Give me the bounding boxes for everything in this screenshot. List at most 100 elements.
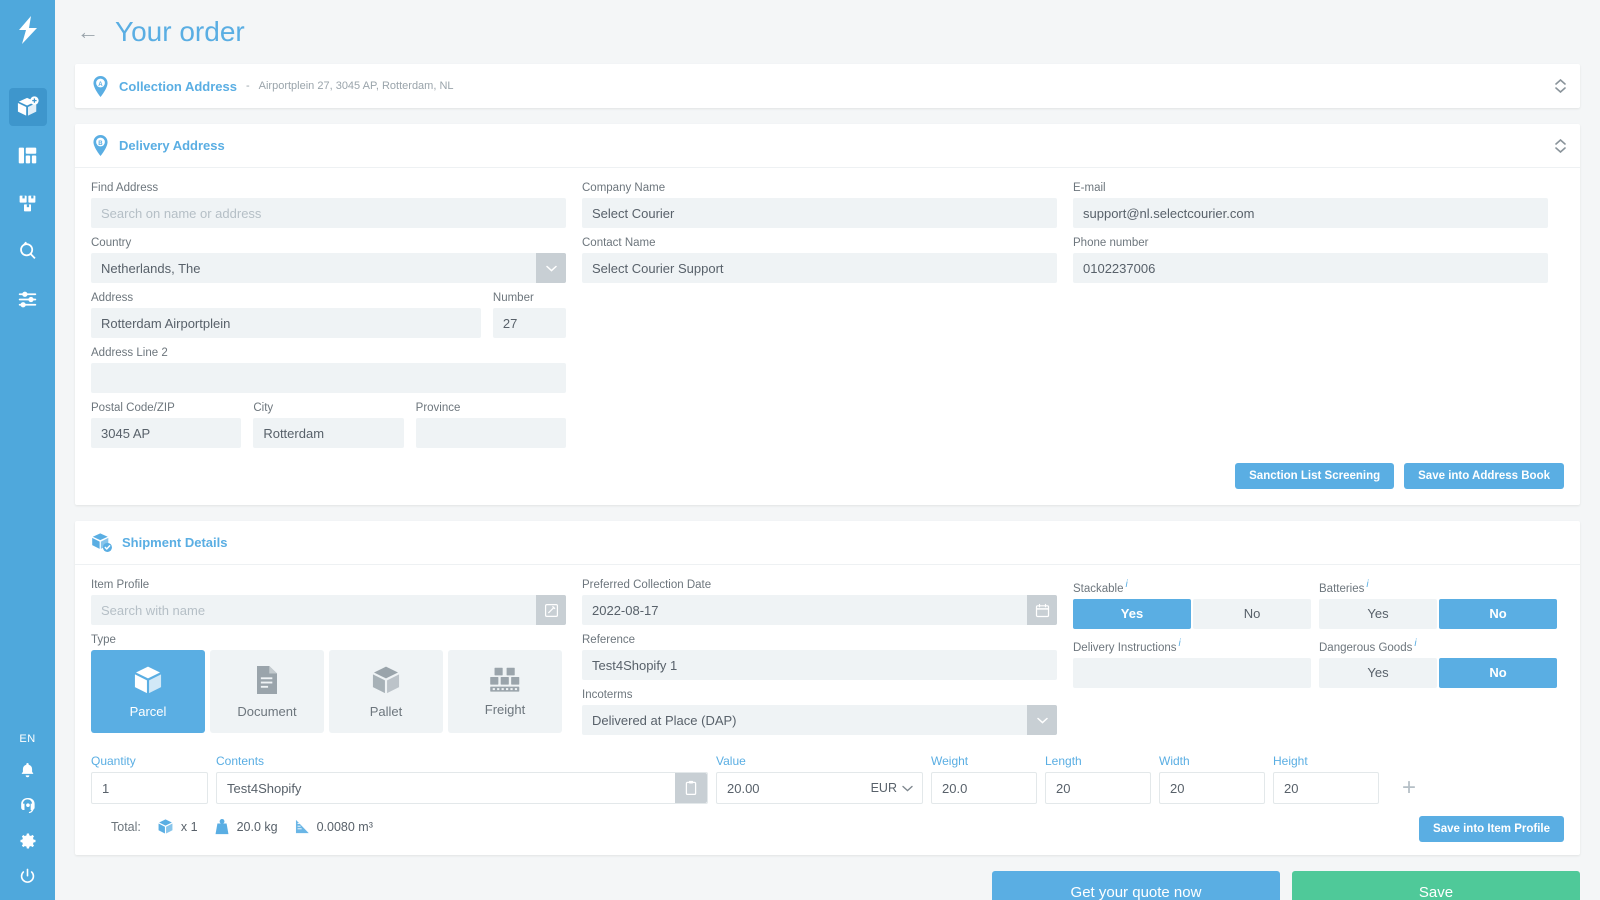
- stackable-no-option[interactable]: No: [1193, 599, 1311, 629]
- collection-address-header[interactable]: A Collection Address - Airportplein 27, …: [75, 64, 1580, 108]
- postal-field: Postal Code/ZIP: [91, 402, 241, 448]
- topbar: ← Your order: [55, 0, 1600, 64]
- totals-bar: Total: x 1: [91, 804, 1564, 839]
- sanction-list-screening-button[interactable]: Sanction List Screening: [1235, 463, 1394, 489]
- batteries-toggle: Yes No: [1319, 599, 1557, 629]
- total-weight-chip: 20.0 kg: [214, 818, 278, 835]
- row-contents-input[interactable]: [216, 772, 708, 804]
- country-input[interactable]: [91, 253, 566, 283]
- shipment-details-card: Shipment Details Item Profile: [75, 521, 1580, 855]
- total-volume-chip: 0.0080 m³: [294, 818, 373, 835]
- reference-input[interactable]: [582, 650, 1057, 680]
- sidebar-item-new-shipment[interactable]: [9, 88, 47, 126]
- type-tile-parcel[interactable]: Parcel: [91, 650, 205, 733]
- contact-field: Contact Name: [582, 237, 1057, 283]
- svg-text:B: B: [98, 140, 103, 147]
- sidebar-item-dashboard[interactable]: [9, 136, 47, 174]
- pallet-cube-icon: [370, 664, 402, 696]
- item-profile-label: Item Profile: [91, 579, 566, 591]
- clipboard-icon: [684, 780, 698, 796]
- search-track-icon: [17, 241, 38, 262]
- delivery-instructions-label-text: Delivery Instructions: [1073, 642, 1177, 654]
- postal-label: Postal Code/ZIP: [91, 402, 241, 414]
- brand-logo-icon: [15, 15, 41, 45]
- dangerous-goods-label-text: Dangerous Goods: [1319, 642, 1412, 654]
- save-into-item-profile-button[interactable]: Save into Item Profile: [1419, 816, 1564, 842]
- add-item-row-button[interactable]: +: [1387, 772, 1431, 804]
- sliders-icon: [17, 289, 38, 310]
- email-input[interactable]: [1073, 198, 1548, 228]
- batteries-yes-option[interactable]: Yes: [1319, 599, 1437, 629]
- company-input[interactable]: [582, 198, 1057, 228]
- save-button[interactable]: Save: [1292, 871, 1580, 900]
- collection-address-text: Airportplein 27, 3045 AP, Rotterdam, NL: [259, 80, 454, 92]
- calendar-picker-button[interactable]: [1027, 595, 1057, 625]
- gear-icon: [18, 831, 38, 851]
- header-width: Width: [1159, 754, 1273, 768]
- row-height-input[interactable]: [1273, 772, 1379, 804]
- row-length-input[interactable]: [1045, 772, 1151, 804]
- province-input[interactable]: [416, 418, 566, 448]
- find-address-input[interactable]: [91, 198, 566, 228]
- row-width-input[interactable]: [1159, 772, 1265, 804]
- delivery-instructions-input[interactable]: [1073, 658, 1311, 688]
- reference-label: Reference: [582, 634, 1057, 646]
- dangerous-goods-no-option[interactable]: No: [1439, 658, 1557, 688]
- sidebar-item-settings[interactable]: [18, 831, 38, 851]
- city-input[interactable]: [253, 418, 403, 448]
- incoterms-label: Incoterms: [582, 689, 1057, 701]
- shipment-details-header[interactable]: Shipment Details: [75, 521, 1580, 565]
- row-quantity-input[interactable]: [91, 772, 208, 804]
- batteries-no-option[interactable]: No: [1439, 599, 1557, 629]
- info-icon[interactable]: i: [1179, 638, 1181, 649]
- postal-input[interactable]: [91, 418, 241, 448]
- phone-input[interactable]: [1073, 253, 1548, 283]
- stackable-yes-option[interactable]: Yes: [1073, 599, 1191, 629]
- sidebar: EN: [0, 0, 55, 900]
- brand-logo[interactable]: [0, 0, 55, 60]
- back-button[interactable]: ←: [77, 21, 99, 43]
- sidebar-item-notifications[interactable]: [18, 761, 37, 780]
- delivery-collapse-toggle[interactable]: [1555, 139, 1566, 153]
- country-field: Country: [91, 237, 566, 283]
- delivery-address-header[interactable]: B Delivery Address: [75, 124, 1580, 168]
- sidebar-item-logout[interactable]: [18, 867, 37, 886]
- row-weight-input[interactable]: [931, 772, 1037, 804]
- save-into-address-book-button[interactable]: Save into Address Book: [1404, 463, 1564, 489]
- item-profile-edit-button[interactable]: [536, 595, 566, 625]
- info-icon[interactable]: i: [1366, 579, 1368, 590]
- sidebar-item-support[interactable]: [18, 796, 37, 815]
- address-input[interactable]: [91, 308, 481, 338]
- contents-clipboard-button[interactable]: [675, 773, 707, 803]
- number-input[interactable]: [493, 308, 566, 338]
- item-profile-field: Item Profile: [91, 579, 566, 625]
- contact-input[interactable]: [582, 253, 1057, 283]
- collection-date-input[interactable]: [582, 595, 1057, 625]
- country-dropdown-button[interactable]: [536, 253, 566, 283]
- type-tile-freight[interactable]: Freight: [448, 650, 562, 733]
- currency-selector[interactable]: EUR: [871, 772, 913, 804]
- sidebar-item-filters[interactable]: [9, 280, 47, 318]
- boxes-stack-icon: [17, 193, 38, 214]
- sidebar-item-shipments[interactable]: [9, 184, 47, 222]
- incoterms-input[interactable]: [582, 705, 1057, 735]
- address-line2-input[interactable]: [91, 363, 566, 393]
- type-tile-pallet[interactable]: Pallet: [329, 650, 443, 733]
- sidebar-item-track-search[interactable]: [9, 232, 47, 270]
- collection-collapse-toggle[interactable]: [1555, 79, 1566, 93]
- sidebar-item-language[interactable]: EN: [19, 733, 35, 745]
- item-profile-input[interactable]: [91, 595, 566, 625]
- get-quote-button[interactable]: Get your quote now: [992, 871, 1280, 900]
- dangerous-goods-yes-option[interactable]: Yes: [1319, 658, 1437, 688]
- info-icon[interactable]: i: [1414, 638, 1416, 649]
- phone-field: Phone number: [1073, 237, 1548, 283]
- total-count-chip: x 1: [157, 818, 198, 835]
- type-tile-document[interactable]: Document: [210, 650, 324, 733]
- info-icon[interactable]: i: [1126, 579, 1128, 590]
- edit-pencil-icon: [544, 603, 559, 618]
- reference-field: Reference: [582, 634, 1057, 680]
- power-icon: [18, 867, 37, 886]
- map-pin-b-icon: B: [91, 134, 110, 157]
- dangerous-goods-field: Dangerous Goodsi Yes No: [1319, 638, 1557, 688]
- incoterms-dropdown-button[interactable]: [1027, 705, 1057, 735]
